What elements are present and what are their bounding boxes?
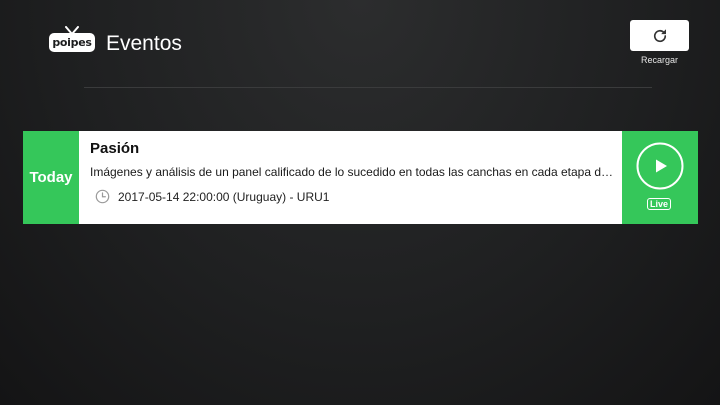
refresh-icon bbox=[653, 28, 666, 42]
tv-logo-icon: poipes bbox=[49, 33, 95, 52]
event-meta: 2017-05-14 22:00:00 (Uruguay) - URU1 bbox=[90, 189, 622, 204]
header-divider bbox=[84, 87, 652, 88]
reload-button[interactable] bbox=[630, 20, 689, 51]
live-button[interactable]: Live bbox=[622, 131, 698, 224]
live-badge: Live bbox=[647, 198, 671, 210]
play-circle-icon bbox=[636, 142, 684, 190]
reload-label: Recargar bbox=[640, 55, 678, 65]
page-title: Eventos bbox=[106, 32, 182, 55]
event-title: Pasión bbox=[90, 140, 140, 157]
event-day-badge: Today bbox=[23, 131, 79, 224]
event-datetime: 2017-05-14 22:00:00 (Uruguay) - URU1 bbox=[118, 189, 330, 204]
logo-text: poipes bbox=[52, 36, 92, 49]
event-description: Imágenes y análisis de un panel califica… bbox=[90, 165, 615, 179]
clock-icon bbox=[95, 189, 110, 204]
event-info: Pasión Imágenes y análisis de un panel c… bbox=[79, 131, 622, 224]
event-card[interactable]: Today Pasión Imágenes y análisis de un p… bbox=[23, 131, 698, 224]
app-logo: poipes bbox=[49, 26, 97, 54]
